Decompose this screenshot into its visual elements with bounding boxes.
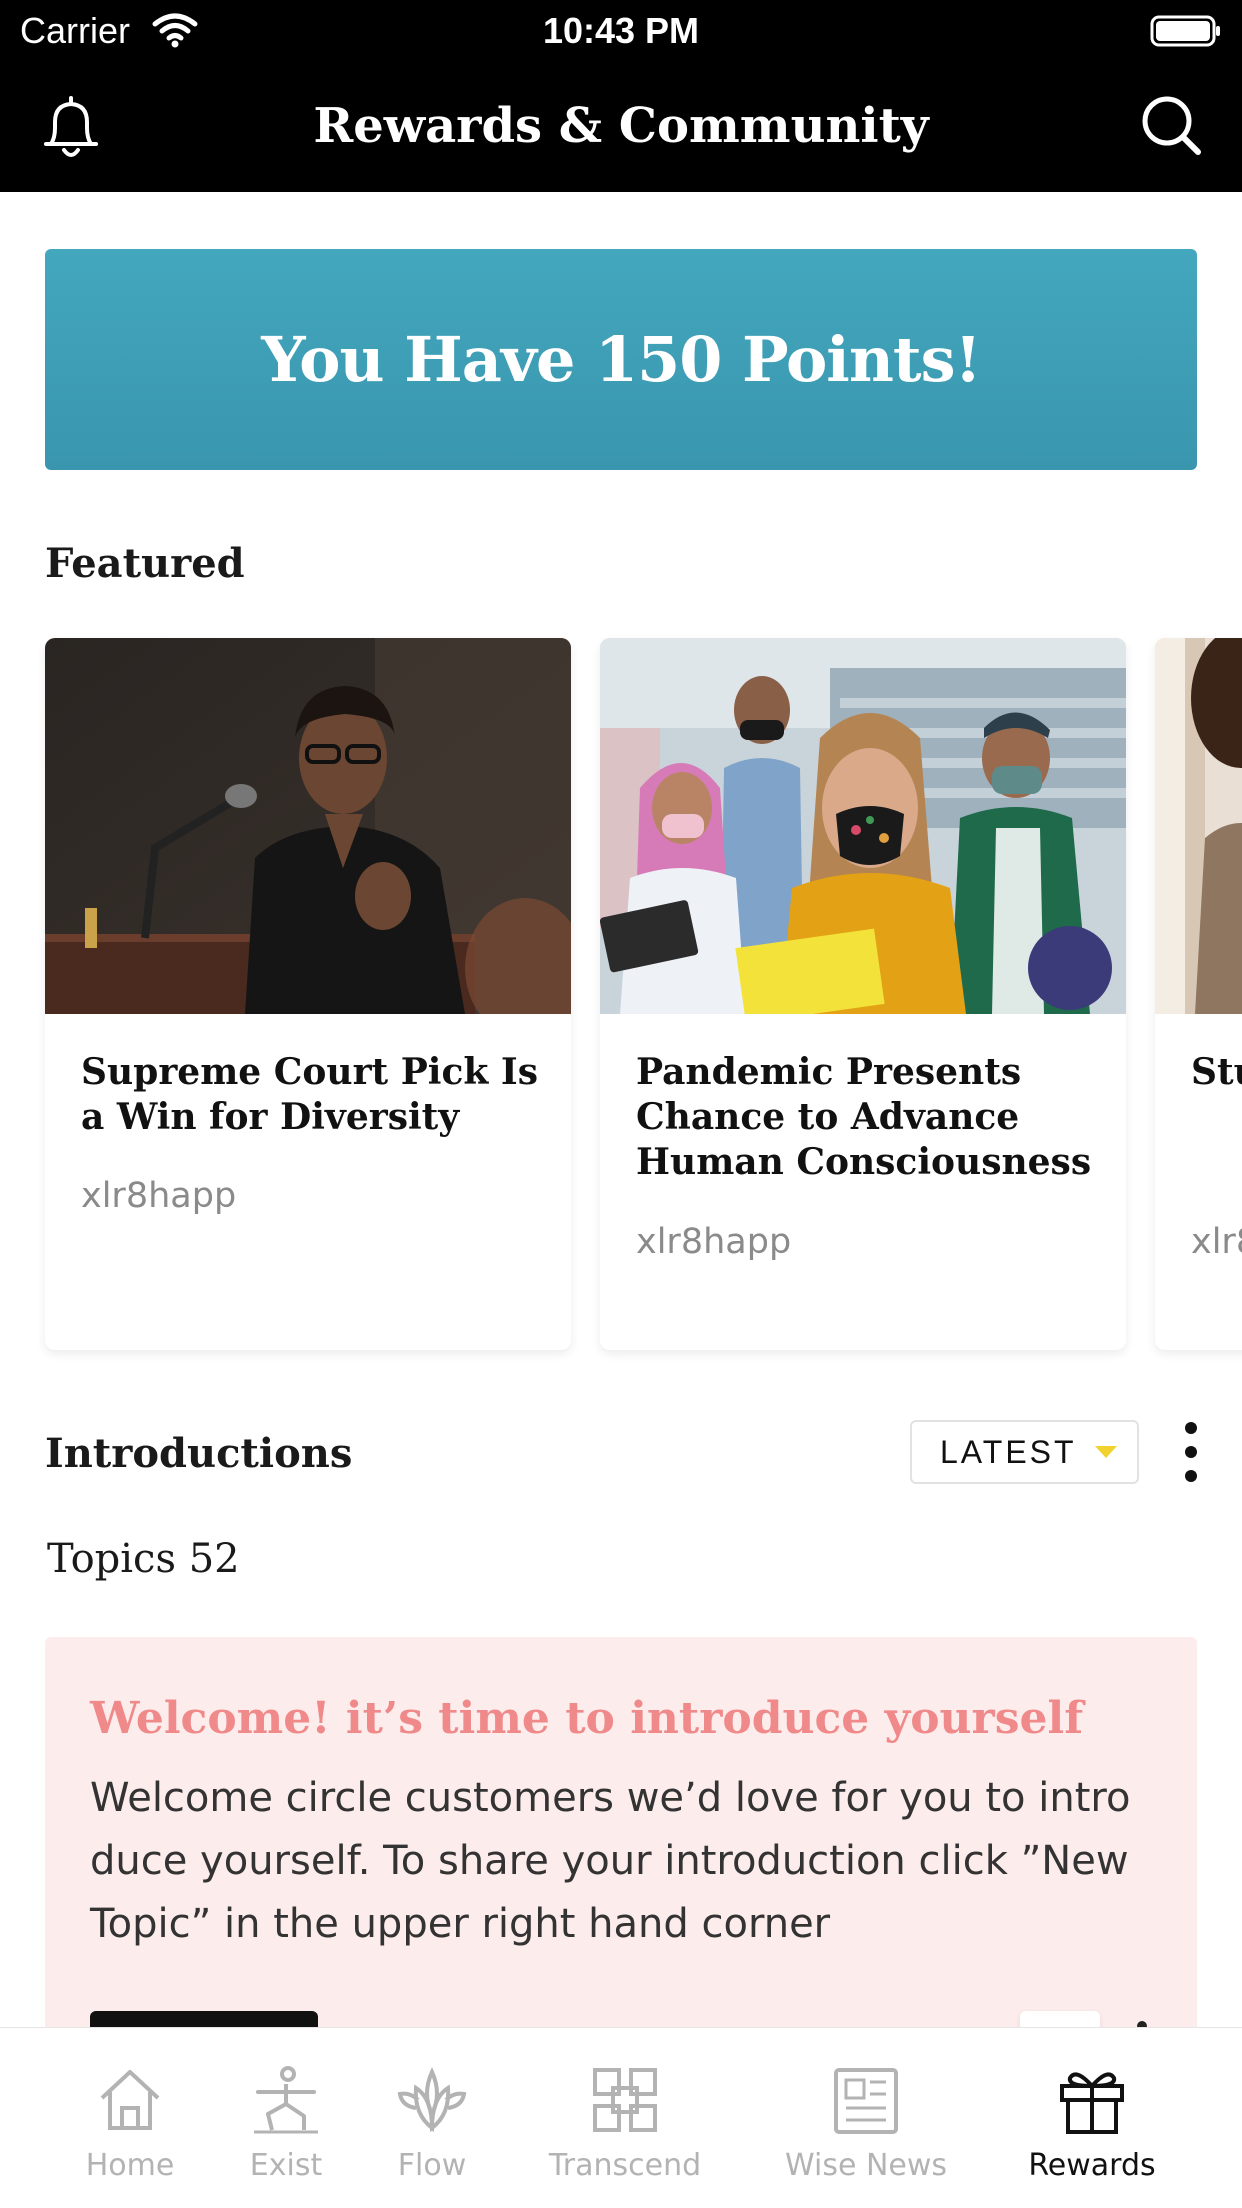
sort-label: LATEST [940, 1433, 1077, 1470]
rewards-community-screen: Carrier 10:43 PM Rewards & Community You… [0, 0, 1242, 2208]
card-title: Supreme Court Pick Is a Win for Diversit… [81, 1051, 538, 1138]
page-title: Rewards & Community [313, 98, 929, 154]
sort-dropdown[interactable]: LATEST [910, 1420, 1139, 1484]
tab-label: Wise News [784, 2148, 948, 2183]
card-title: Stu Pol Ta [1191, 1051, 1242, 1093]
topics-count: Topics 52 [47, 1536, 240, 1582]
introductions-heading: Introductions [45, 1430, 353, 1477]
tab-label: Home [85, 2148, 175, 2183]
tab-label: Transcend [548, 2148, 702, 2183]
battery-icon [1150, 15, 1220, 47]
caret-down-icon [1094, 1446, 1117, 1458]
welcome-body: Welcome circle customers we’d love for y… [90, 1775, 1131, 1947]
tab-flow[interactable]: Flow [372, 2028, 492, 2208]
search-icon[interactable] [1138, 92, 1204, 158]
tab-home[interactable]: Home [60, 2028, 200, 2208]
card-author: xlr8happ [81, 1176, 237, 1216]
gift-icon [1060, 2072, 1124, 2134]
tab-bar: Home Exist Flow Transcend Wise News Rewa… [0, 2027, 1242, 2208]
card-author: xlr8 [1191, 1222, 1242, 1262]
exist-icon [254, 2066, 318, 2134]
points-banner[interactable]: You Have 150 Points! [45, 249, 1197, 470]
home-icon [100, 2070, 160, 2130]
tab-label: Flow [397, 2148, 467, 2183]
tab-transcend[interactable]: Transcend [540, 2028, 710, 2208]
tab-label: Exist [249, 2148, 323, 2183]
card-image [600, 638, 1126, 1014]
card-author: xlr8happ [636, 1222, 792, 1262]
featured-heading: Featured [45, 540, 245, 587]
flow-icon [397, 2067, 467, 2133]
transcend-icon [593, 2068, 657, 2132]
more-options-icon[interactable] [1176, 1418, 1206, 1486]
status-bar: Carrier 10:43 PM [0, 0, 1242, 62]
news-icon [834, 2068, 898, 2134]
featured-card[interactable]: Stu Pol Ta xlr8 [1155, 638, 1242, 1350]
welcome-title: Welcome! it’s time to introduce yourself [90, 1693, 1084, 1744]
status-time: 10:43 PM [542, 10, 700, 51]
tab-wise-news[interactable]: Wise News [776, 2028, 956, 2208]
featured-card[interactable]: Pandemic Presents Chance to Advance Huma… [600, 638, 1126, 1350]
card-title: Pandemic Presents Chance to Advance Huma… [636, 1051, 1092, 1183]
tab-rewards[interactable]: Rewards [1020, 2028, 1164, 2208]
nav-bar: Rewards & Community [0, 62, 1242, 192]
card-image [1155, 638, 1242, 1014]
featured-card[interactable]: Supreme Court Pick Is a Win for Diversit… [45, 638, 571, 1350]
card-image [45, 638, 571, 1014]
points-text: You Have 150 Points! [261, 323, 981, 396]
tab-exist[interactable]: Exist [226, 2028, 346, 2208]
tab-label: Rewards [1028, 2148, 1156, 2183]
